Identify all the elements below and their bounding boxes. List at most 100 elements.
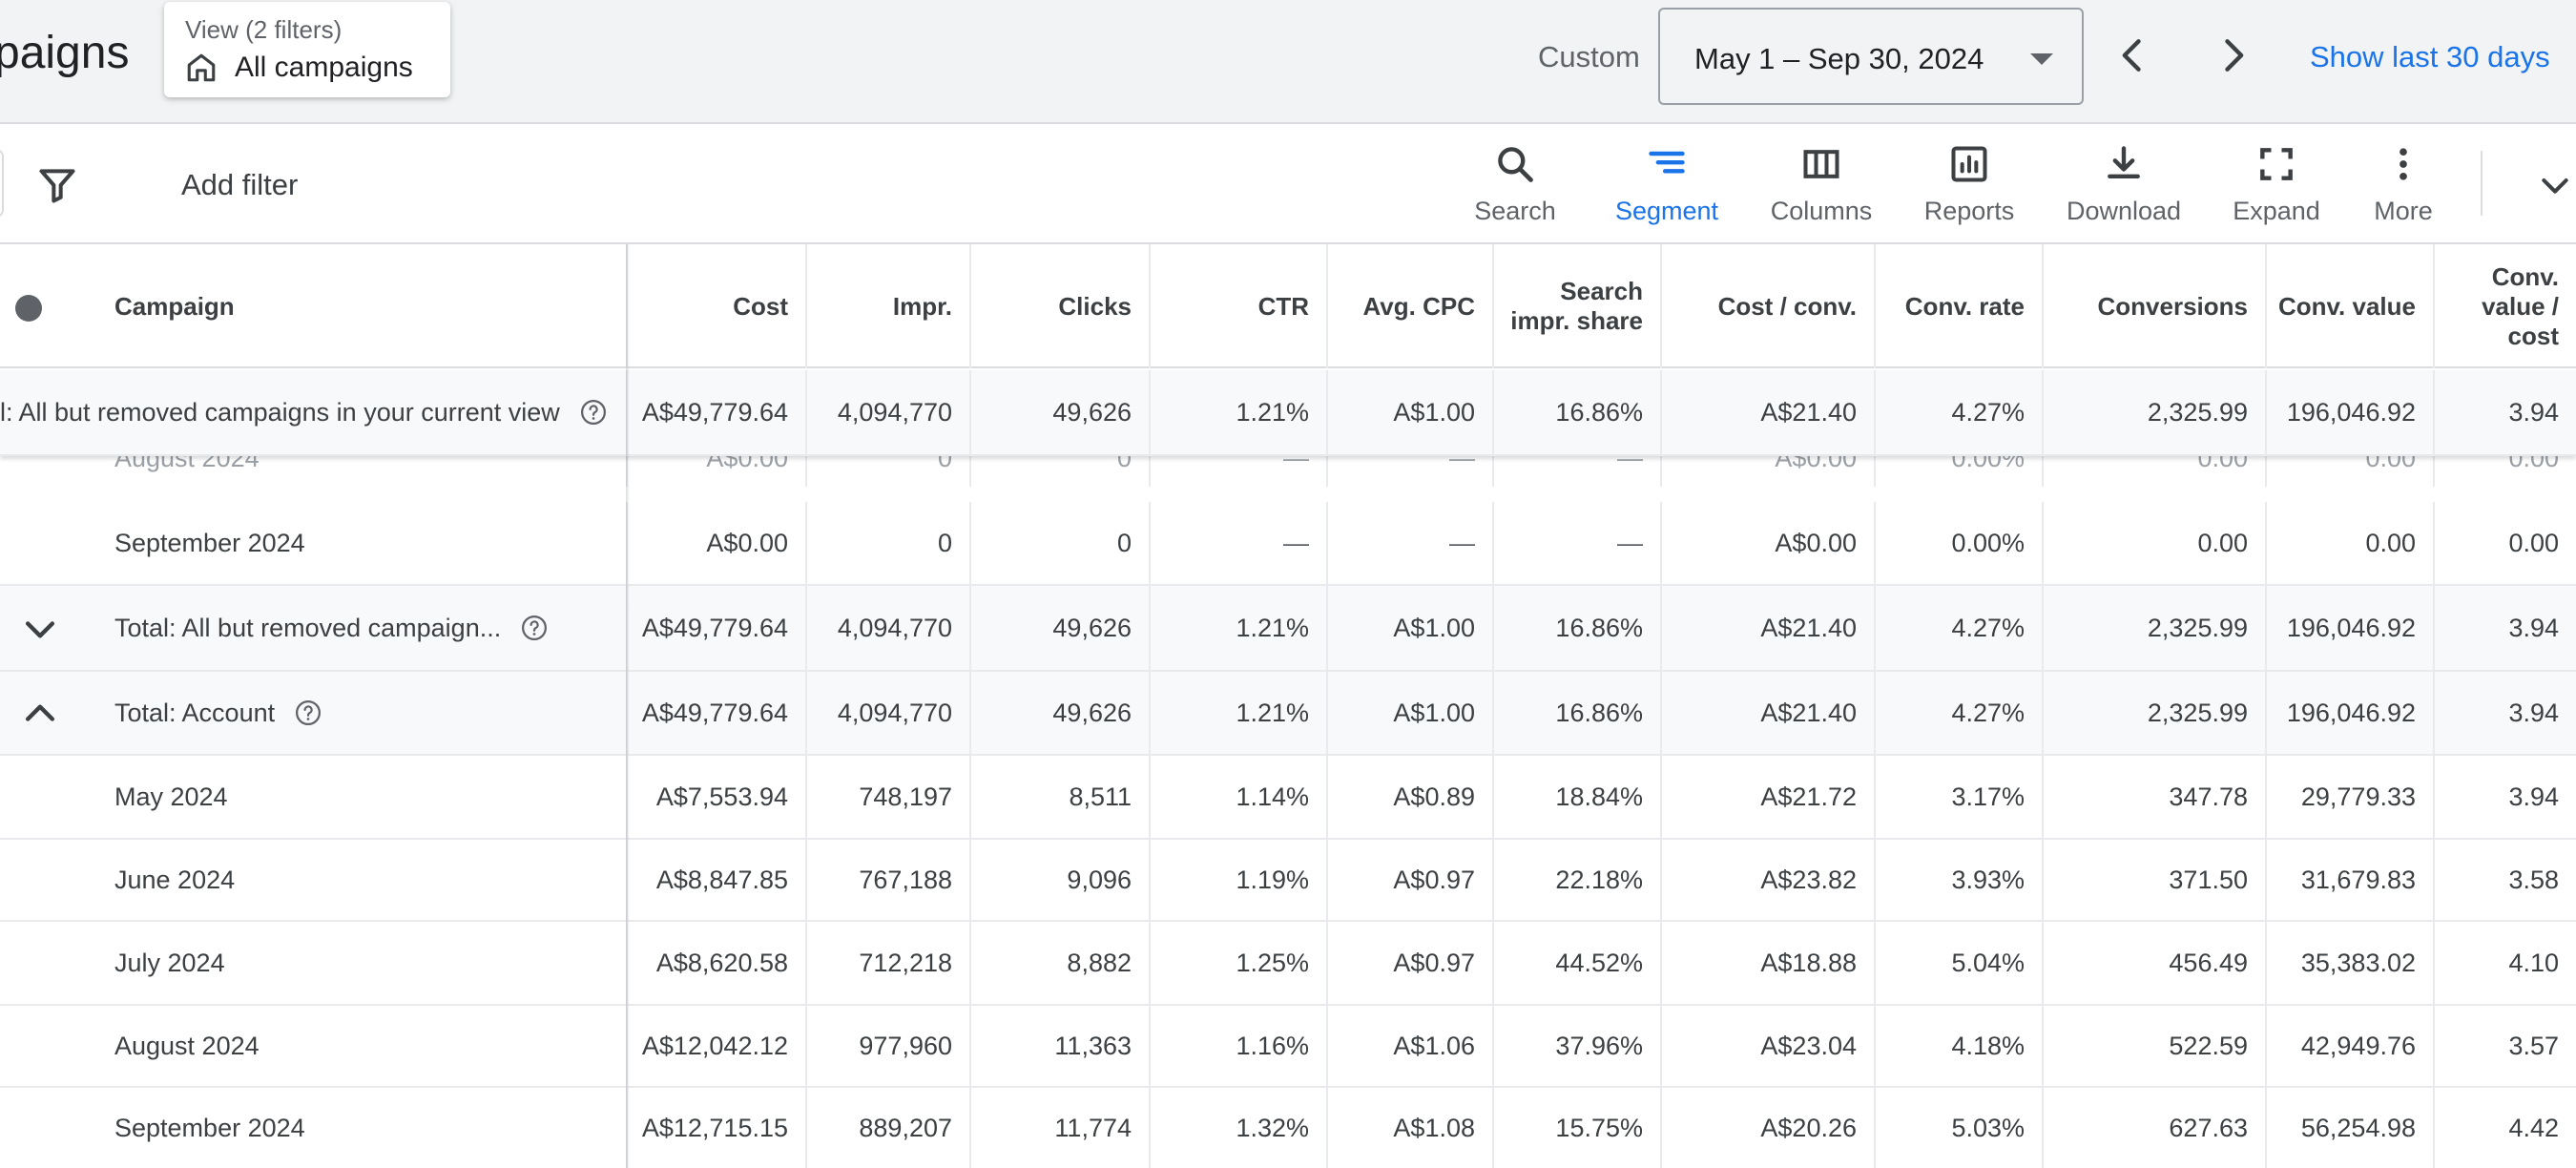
ctr-cell: 1.25%	[1149, 922, 1326, 1004]
avg-cpc-cell: A$0.89	[1326, 756, 1492, 838]
row-label: August 2024	[114, 1031, 260, 1060]
avg-cpc-cell: A$1.00	[1326, 672, 1492, 754]
impr-cell: 4,094,770	[805, 370, 969, 454]
cost-cell: A$49,779.64	[626, 672, 805, 754]
conv-value-cell: 29,779.33	[2265, 756, 2433, 838]
clicks-cell: 11,363	[969, 1006, 1149, 1086]
chevron-down-icon[interactable]	[2536, 166, 2574, 204]
table-row: July 2024 A$8,620.58 712,218 8,882 1.25%…	[0, 922, 2576, 1006]
sticky-total-row: l: All but removed campaigns in your cur…	[0, 370, 2576, 456]
table-row: May 2024 A$7,553.94 748,197 8,511 1.14% …	[0, 756, 2576, 840]
cost-per-conv-cell: A$18.88	[1660, 922, 1874, 1004]
search-impr-share-cell: —	[1492, 456, 1660, 487]
add-filter-button[interactable]: Add filter	[181, 168, 298, 202]
avg-cpc-cell: A$0.97	[1326, 840, 1492, 920]
help-icon[interactable]	[520, 614, 549, 642]
conv-rate-cell: 4.18%	[1874, 1006, 2042, 1086]
column-header-campaign[interactable]: Campaign	[0, 244, 626, 368]
clicks-cell: 8,882	[969, 922, 1149, 1004]
column-header-cost[interactable]: Cost	[626, 244, 805, 368]
segment-toggle-edge[interactable]	[0, 149, 4, 218]
row-label-cell: Total: All but removed campaign...	[0, 586, 626, 670]
reports-icon	[1951, 146, 1987, 182]
impr-cell: 4,094,770	[805, 672, 969, 754]
ctr-cell: 1.19%	[1149, 840, 1326, 920]
total-row-account: Total: Account A$49,779.64 4,094,770 49,…	[0, 672, 2576, 756]
table-row: June 2024 A$8,847.85 767,188 9,096 1.19%…	[0, 840, 2576, 922]
conv-value-per-cost-cell: 4.10	[2433, 922, 2576, 1004]
column-header-clicks[interactable]: Clicks	[969, 244, 1149, 368]
ctr-cell: 1.16%	[1149, 1006, 1326, 1086]
cost-cell: A$7,553.94	[626, 756, 805, 838]
reports-tool-button[interactable]: Reports	[1888, 143, 2050, 239]
conv-value-cell: 35,383.02	[2265, 922, 2433, 1004]
chevron-right-icon[interactable]	[2212, 34, 2254, 76]
column-header-cost-per-conv[interactable]: Cost / conv.	[1660, 244, 1874, 368]
date-range-value: May 1 – Sep 30, 2024	[1694, 42, 1984, 75]
conv-value-cell: 42,949.76	[2265, 1006, 2433, 1086]
help-icon[interactable]	[579, 398, 608, 427]
cost-cell: A$49,779.64	[626, 370, 805, 454]
cost-per-conv-cell: A$21.40	[1660, 586, 1874, 670]
columns-tool-button[interactable]: Columns	[1740, 143, 1902, 239]
segment-tool-button[interactable]: Segment	[1586, 143, 1748, 239]
column-header-conv-value-per-cost[interactable]: Conv. value / cost	[2433, 244, 2576, 368]
impr-cell: 712,218	[805, 922, 969, 1004]
ctr-cell: 1.32%	[1149, 1088, 1326, 1168]
conv-rate-cell: 5.04%	[1874, 922, 2042, 1004]
conv-rate-cell: 0.00%	[1874, 456, 2042, 487]
impr-cell: 767,188	[805, 840, 969, 920]
search-tool-label: Search	[1474, 197, 1556, 225]
conv-value-per-cost-cell: 0.00	[2433, 502, 2576, 584]
search-impr-share-cell: 18.84%	[1492, 756, 1660, 838]
column-header-ctr[interactable]: CTR	[1149, 244, 1326, 368]
view-filter-count: View (2 filters)	[185, 15, 343, 44]
ctr-cell: —	[1149, 502, 1326, 584]
conversions-cell: 371.50	[2042, 840, 2265, 920]
column-header-conversions[interactable]: Conversions	[2042, 244, 2265, 368]
row-label-cell: Total: Account	[0, 672, 626, 754]
column-header-avg-cpc[interactable]: Avg. CPC	[1326, 244, 1492, 368]
ctr-cell: 1.21%	[1149, 586, 1326, 670]
conv-value-cell: 196,046.92	[2265, 672, 2433, 754]
avg-cpc-cell: —	[1326, 502, 1492, 584]
conv-value-per-cost-cell: 3.94	[2433, 672, 2576, 754]
download-tool-button[interactable]: Download	[2043, 143, 2205, 239]
cost-per-conv-cell: A$21.40	[1660, 672, 1874, 754]
conv-value-cell: 196,046.92	[2265, 586, 2433, 670]
column-header-conv-rate[interactable]: Conv. rate	[1874, 244, 2042, 368]
clicks-cell: 0	[969, 502, 1149, 584]
more-tool-button[interactable]: More	[2322, 143, 2484, 239]
show-last-30-days-link[interactable]: Show last 30 days	[2310, 40, 2550, 74]
ctr-cell: —	[1149, 456, 1326, 487]
view-selector[interactable]: View (2 filters) All campaigns	[164, 2, 450, 97]
cost-cell: A$49,779.64	[626, 586, 805, 670]
impr-cell: 0	[805, 456, 969, 487]
more-tool-label: More	[2374, 197, 2433, 225]
cost-cell: A$8,620.58	[626, 922, 805, 1004]
conversions-cell: 627.63	[2042, 1088, 2265, 1168]
column-header-impr[interactable]: Impr.	[805, 244, 969, 368]
column-header-conv-value[interactable]: Conv. value	[2265, 244, 2433, 368]
conv-rate-cell: 4.27%	[1874, 586, 2042, 670]
conv-rate-cell: 3.93%	[1874, 840, 2042, 920]
help-icon[interactable]	[294, 699, 322, 727]
search-impr-share-cell: 16.86%	[1492, 672, 1660, 754]
date-range-picker[interactable]: May 1 – Sep 30, 2024	[1658, 8, 2084, 105]
clicks-cell: 9,096	[969, 840, 1149, 920]
chevron-left-icon[interactable]	[2112, 34, 2154, 76]
ctr-cell: 1.21%	[1149, 370, 1326, 454]
row-label: July 2024	[114, 948, 225, 977]
conv-value-cell: 0.00	[2265, 502, 2433, 584]
conversions-cell: 2,325.99	[2042, 586, 2265, 670]
conv-value-per-cost-cell: 3.94	[2433, 370, 2576, 454]
conversions-cell: 522.59	[2042, 1006, 2265, 1086]
avg-cpc-cell: A$0.97	[1326, 922, 1492, 1004]
search-tool-button[interactable]: Search	[1434, 143, 1596, 239]
clicks-cell: 8,511	[969, 756, 1149, 838]
filter-icon[interactable]	[36, 164, 78, 206]
search-impr-share-cell: 16.86%	[1492, 370, 1660, 454]
column-header-search-impr-share[interactable]: Search impr. share	[1492, 244, 1660, 368]
impr-cell: 4,094,770	[805, 586, 969, 670]
conv-value-per-cost-cell: 0.00	[2433, 456, 2576, 487]
